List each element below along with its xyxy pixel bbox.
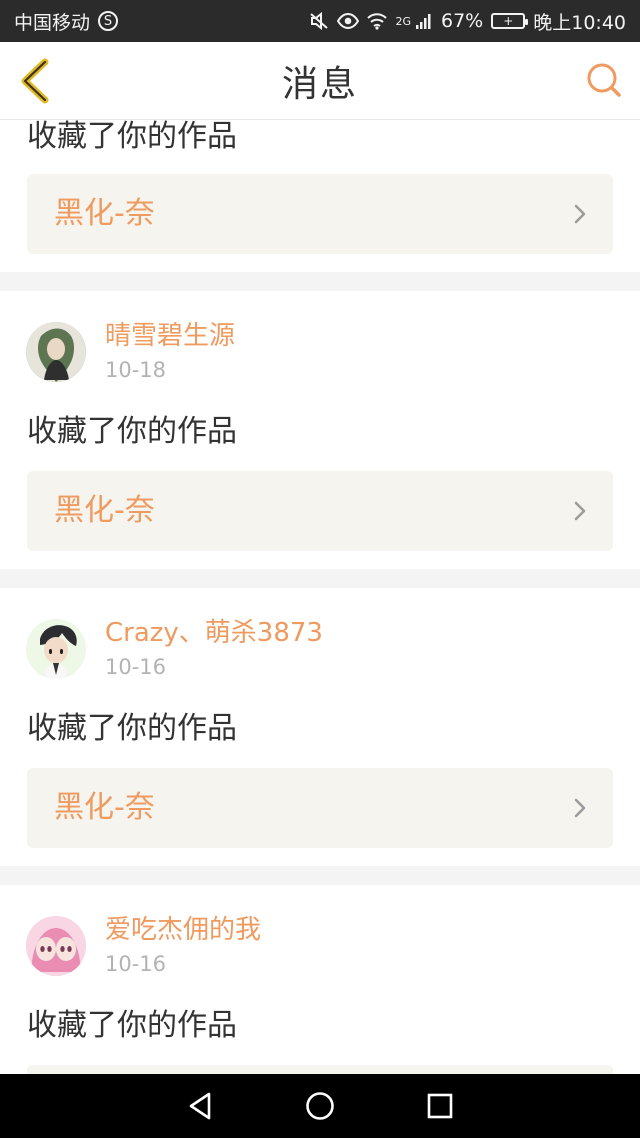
back-button[interactable] (14, 56, 54, 106)
chevron-left-icon (21, 58, 49, 104)
status-right: 2G 67% + 晚上10:40 (309, 8, 626, 35)
mute-icon (309, 12, 329, 30)
avatar[interactable] (26, 321, 86, 382)
chevron-right-icon (573, 203, 587, 225)
message-date: 10-18 (105, 358, 167, 382)
wifi-icon (367, 12, 388, 30)
back-nav-button[interactable] (178, 1084, 222, 1128)
network-label: 2G (395, 14, 411, 28)
work-title: 黑化-奈 (54, 196, 155, 231)
recents-icon (427, 1093, 453, 1119)
message-action: 收藏了你的作品 (27, 120, 237, 154)
message-date: 10-16 (105, 952, 167, 976)
work-link[interactable]: 黑化-奈 (27, 174, 613, 254)
carrier-badge: S (98, 11, 119, 31)
back-icon (189, 1092, 211, 1120)
user-meta: 爱吃杰佣的我 10-16 (105, 912, 261, 979)
work-title: 黑化-奈 (54, 493, 155, 528)
message-card: 晴雪碧生源 10-18 收藏了你的作品 黑化-奈 (0, 291, 640, 569)
screen: 中国移动 S 2G 67% + 晚上10:40 消息 收藏了你的作品 黑化-奈 … (0, 0, 640, 1138)
message-card: Crazy、萌杀3873 10-16 收藏了你的作品 黑化-奈 (0, 588, 640, 866)
message-header: 爱吃杰佣的我 10-16 (26, 912, 261, 979)
battery-percent: 67% (441, 10, 484, 32)
battery-icon: + (491, 13, 529, 29)
home-nav-button[interactable] (298, 1084, 342, 1128)
avatar[interactable] (26, 618, 86, 679)
username[interactable]: Crazy、萌杀3873 (105, 615, 323, 651)
recents-nav-button[interactable] (418, 1084, 462, 1128)
work-link[interactable]: 黑化-奈 (27, 768, 613, 848)
username[interactable]: 晴雪碧生源 (105, 318, 235, 354)
avatar[interactable] (26, 915, 86, 976)
signal-icon (415, 12, 433, 30)
status-left: 中国移动 S (14, 8, 119, 35)
user-meta: Crazy、萌杀3873 10-16 (105, 615, 323, 682)
username[interactable]: 爱吃杰佣的我 (105, 912, 261, 948)
page-title: 消息 (281, 63, 358, 105)
home-icon (306, 1092, 334, 1120)
message-card: 爱吃杰佣的我 10-16 收藏了你的作品 (0, 885, 640, 1074)
message-header: Crazy、萌杀3873 10-16 (26, 615, 323, 682)
chevron-right-icon (573, 500, 587, 522)
chevron-right-icon (573, 797, 587, 819)
message-card: 收藏了你的作品 黑化-奈 (0, 120, 640, 272)
system-nav-bar (0, 1074, 640, 1138)
work-link[interactable] (27, 1065, 613, 1074)
message-list: 收藏了你的作品 黑化-奈 晴雪碧生源 10-18 收藏了你的作品 黑化-奈 Cr… (0, 120, 640, 1074)
user-meta: 晴雪碧生源 10-18 (105, 318, 235, 385)
work-title: 黑化-奈 (54, 790, 155, 825)
message-header: 晴雪碧生源 10-18 (26, 318, 235, 385)
message-action: 收藏了你的作品 (27, 414, 237, 449)
message-action: 收藏了你的作品 (27, 711, 237, 746)
time-label: 晚上10:40 (533, 11, 626, 34)
work-link[interactable]: 黑化-奈 (27, 471, 613, 551)
message-action: 收藏了你的作品 (27, 1008, 237, 1043)
search-button[interactable] (584, 60, 624, 100)
header: 消息 (0, 42, 640, 120)
carrier-label: 中国移动 (14, 11, 91, 34)
eye-icon (337, 13, 360, 29)
status-bar: 中国移动 S 2G 67% + 晚上10:40 (0, 0, 640, 42)
message-date: 10-16 (105, 655, 167, 679)
search-icon (587, 63, 621, 97)
